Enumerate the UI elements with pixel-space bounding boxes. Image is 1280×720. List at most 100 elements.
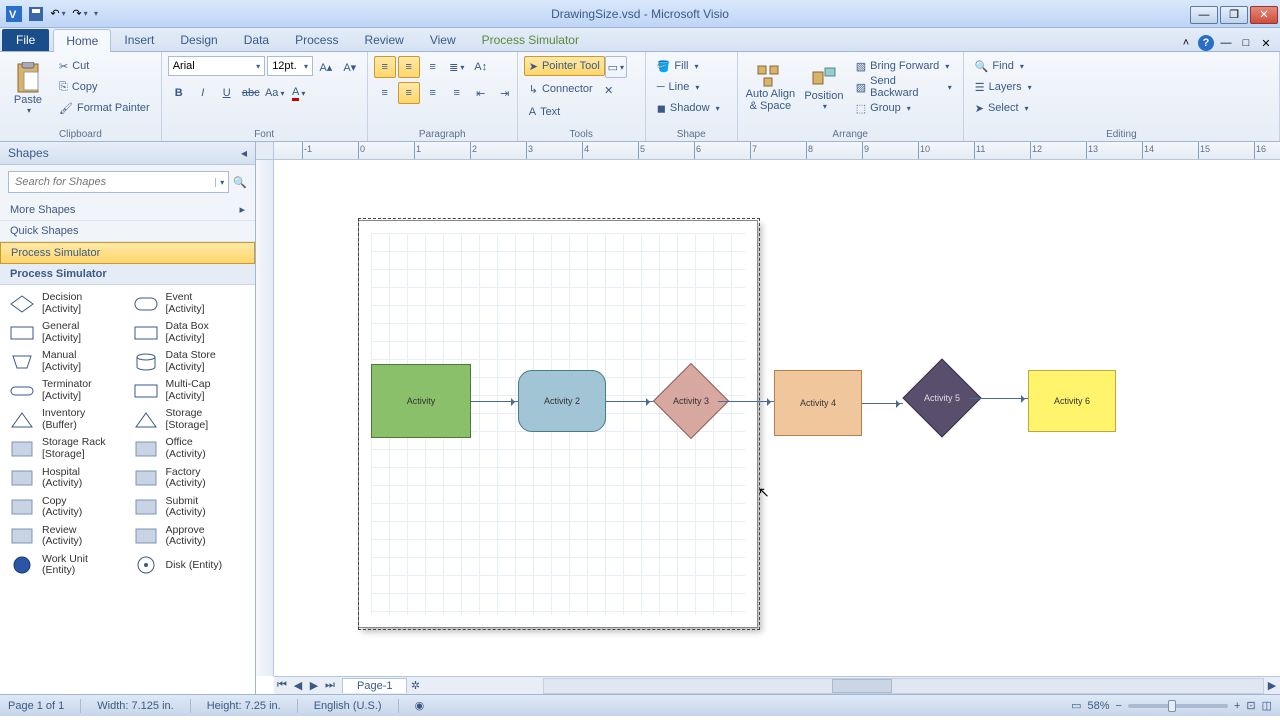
stencil-shape-approve[interactable]: Approve(Activity) <box>128 522 252 551</box>
connector[interactable] <box>606 401 653 402</box>
connector[interactable] <box>862 403 903 404</box>
font-name-select[interactable]: Arial▾ <box>168 56 265 76</box>
paste-button[interactable]: Paste▾ <box>6 56 50 120</box>
align-middle-button[interactable]: ≡ <box>398 56 420 78</box>
save-icon[interactable] <box>26 4 46 24</box>
align-center-button[interactable]: ≡ <box>398 82 420 104</box>
autoalign-button[interactable]: Auto Align & Space <box>744 56 797 120</box>
search-shapes-input[interactable]: ▾ <box>8 171 229 193</box>
stencil-shape-data-box[interactable]: Data Box[Activity] <box>128 318 252 347</box>
align-bottom-button[interactable]: ≡ <box>422 56 444 78</box>
stencil-shape-hospital[interactable]: Hospital(Activity) <box>4 464 128 493</box>
next-page-button[interactable]: ▶ <box>306 678 322 694</box>
stencil-shape-storage-rack[interactable]: Storage Rack[Storage] <box>4 434 128 463</box>
quick-shapes-item[interactable]: Quick Shapes <box>0 221 255 242</box>
last-page-button[interactable]: ⏭ <box>322 678 338 694</box>
window-close-icon[interactable]: ✕ <box>1258 35 1274 51</box>
position-button[interactable]: Position▾ <box>801 56 847 120</box>
tab-process[interactable]: Process <box>282 28 351 51</box>
bold-button[interactable]: B <box>168 82 190 104</box>
group-button[interactable]: ⬚Group▾ <box>851 98 957 118</box>
send-backward-button[interactable]: ▨Send Backward▾ <box>851 77 957 97</box>
minimize-ribbon-icon[interactable]: ˄ <box>1178 35 1194 51</box>
font-size-select[interactable]: 12pt.▾ <box>267 56 313 76</box>
strikethrough-button[interactable]: abc <box>240 82 262 104</box>
presentation-mode-icon[interactable]: ▭ <box>1071 699 1081 712</box>
horizontal-scrollbar[interactable] <box>543 678 1264 694</box>
align-justify-button[interactable]: ≡ <box>446 82 468 104</box>
format-painter-button[interactable]: 🖌Format Painter <box>54 98 155 118</box>
activity-shape[interactable]: Activity 2 <box>518 370 606 432</box>
zoom-level[interactable]: 58% <box>1087 700 1109 712</box>
page-tab-1[interactable]: Page-1 <box>342 678 407 693</box>
pointer-tool-button[interactable]: ➤Pointer Tool <box>524 56 605 76</box>
tab-home[interactable]: Home <box>53 29 111 52</box>
stencil-shape-factory[interactable]: Factory(Activity) <box>128 464 252 493</box>
maximize-button[interactable]: ❐ <box>1220 6 1248 24</box>
stencil-shape-terminator[interactable]: Terminator[Activity] <box>4 376 128 405</box>
stencil-shape-manual[interactable]: Manual[Activity] <box>4 347 128 376</box>
decrease-indent-button[interactable]: ⇤ <box>470 82 492 104</box>
align-left-button[interactable]: ≡ <box>374 82 396 104</box>
help-icon[interactable]: ? <box>1198 35 1214 51</box>
shadow-button[interactable]: ◼Shadow▾ <box>652 98 725 118</box>
window-maximize-icon[interactable]: □ <box>1238 35 1254 51</box>
tab-data[interactable]: Data <box>231 28 282 51</box>
stencil-item-process-simulator[interactable]: Process Simulator <box>0 242 255 264</box>
search-icon[interactable]: 🔍 <box>233 176 247 189</box>
stencil-shape-office[interactable]: Office(Activity) <box>128 434 252 463</box>
new-page-button[interactable]: ✲ <box>407 678 423 694</box>
zoom-out-button[interactable]: − <box>1116 700 1122 712</box>
stencil-shape-event[interactable]: Event[Activity] <box>128 289 252 318</box>
line-button[interactable]: ─Line▾ <box>652 77 725 97</box>
tab-insert[interactable]: Insert <box>111 28 167 51</box>
font-color-button[interactable]: A▾ <box>288 82 310 104</box>
stencil-shape-storage[interactable]: Storage[Storage] <box>128 405 252 434</box>
align-top-button[interactable]: ≡ <box>374 56 396 78</box>
connector[interactable] <box>970 398 1028 399</box>
tab-design[interactable]: Design <box>167 28 230 51</box>
prev-page-button[interactable]: ◀ <box>290 678 306 694</box>
qat-customize-icon[interactable]: ▾ <box>94 9 98 18</box>
stencil-shape-disk-entity-[interactable]: Disk (Entity) <box>128 551 252 580</box>
stencil-shape-data-store[interactable]: Data Store[Activity] <box>128 347 252 376</box>
stencil-shape-review[interactable]: Review(Activity) <box>4 522 128 551</box>
stencil-shape-work-unit[interactable]: Work Unit(Entity) <box>4 551 128 580</box>
scroll-right-button[interactable]: ▶ <box>1264 678 1280 694</box>
first-page-button[interactable]: ⏮ <box>274 678 290 694</box>
find-button[interactable]: 🔍Find▾ <box>970 56 1037 76</box>
connector[interactable] <box>471 401 518 402</box>
activity-shape[interactable]: Activity 6 <box>1028 370 1116 432</box>
zoom-in-button[interactable]: + <box>1234 700 1240 712</box>
drawing-canvas[interactable]: ↖ ActivityActivity 2Activity 3Activity 4… <box>274 160 1280 676</box>
grow-font-icon[interactable]: A▴ <box>315 56 337 78</box>
bullets-button[interactable]: ≣▾ <box>446 56 468 78</box>
change-case-button[interactable]: Aa▾ <box>264 82 286 104</box>
increase-indent-button[interactable]: ⇥ <box>494 82 516 104</box>
stencil-shape-multi-cap[interactable]: Multi-Cap[Activity] <box>128 376 252 405</box>
minimize-button[interactable]: — <box>1190 6 1218 24</box>
zoom-slider[interactable] <box>1128 704 1228 708</box>
text-tool-button[interactable]: AText <box>524 102 566 122</box>
collapse-pane-icon[interactable]: ◂ <box>241 146 247 160</box>
visio-app-icon[interactable]: V <box>4 4 24 24</box>
activity-shape[interactable]: Activity 4 <box>774 370 862 436</box>
fill-button[interactable]: 🪣Fill▾ <box>652 56 725 76</box>
layers-button[interactable]: ☰Layers▾ <box>970 77 1037 97</box>
tab-view[interactable]: View <box>417 28 469 51</box>
stencil-shape-submit[interactable]: Submit(Activity) <box>128 493 252 522</box>
undo-icon[interactable]: ↶▾ <box>48 4 68 24</box>
connector-tool-button[interactable]: ↳Connector <box>524 79 598 99</box>
cut-button[interactable]: ✂Cut <box>54 56 155 76</box>
stencil-shape-decision[interactable]: Decision[Activity] <box>4 289 128 318</box>
close-button[interactable]: ✕ <box>1250 6 1278 24</box>
window-restore-icon[interactable]: — <box>1218 35 1234 51</box>
tab-process-simulator[interactable]: Process Simulator <box>469 28 592 51</box>
connector[interactable] <box>718 401 774 402</box>
switch-windows-button[interactable]: ◫ <box>1262 699 1272 712</box>
copy-button[interactable]: ⎘Copy <box>54 77 155 97</box>
bring-forward-button[interactable]: ▧Bring Forward▾ <box>851 56 957 76</box>
redo-icon[interactable]: ↷▾ <box>70 4 90 24</box>
rectangle-tool-button[interactable]: ▭▾ <box>605 56 627 78</box>
connection-point-button[interactable]: ✕ <box>598 79 620 101</box>
